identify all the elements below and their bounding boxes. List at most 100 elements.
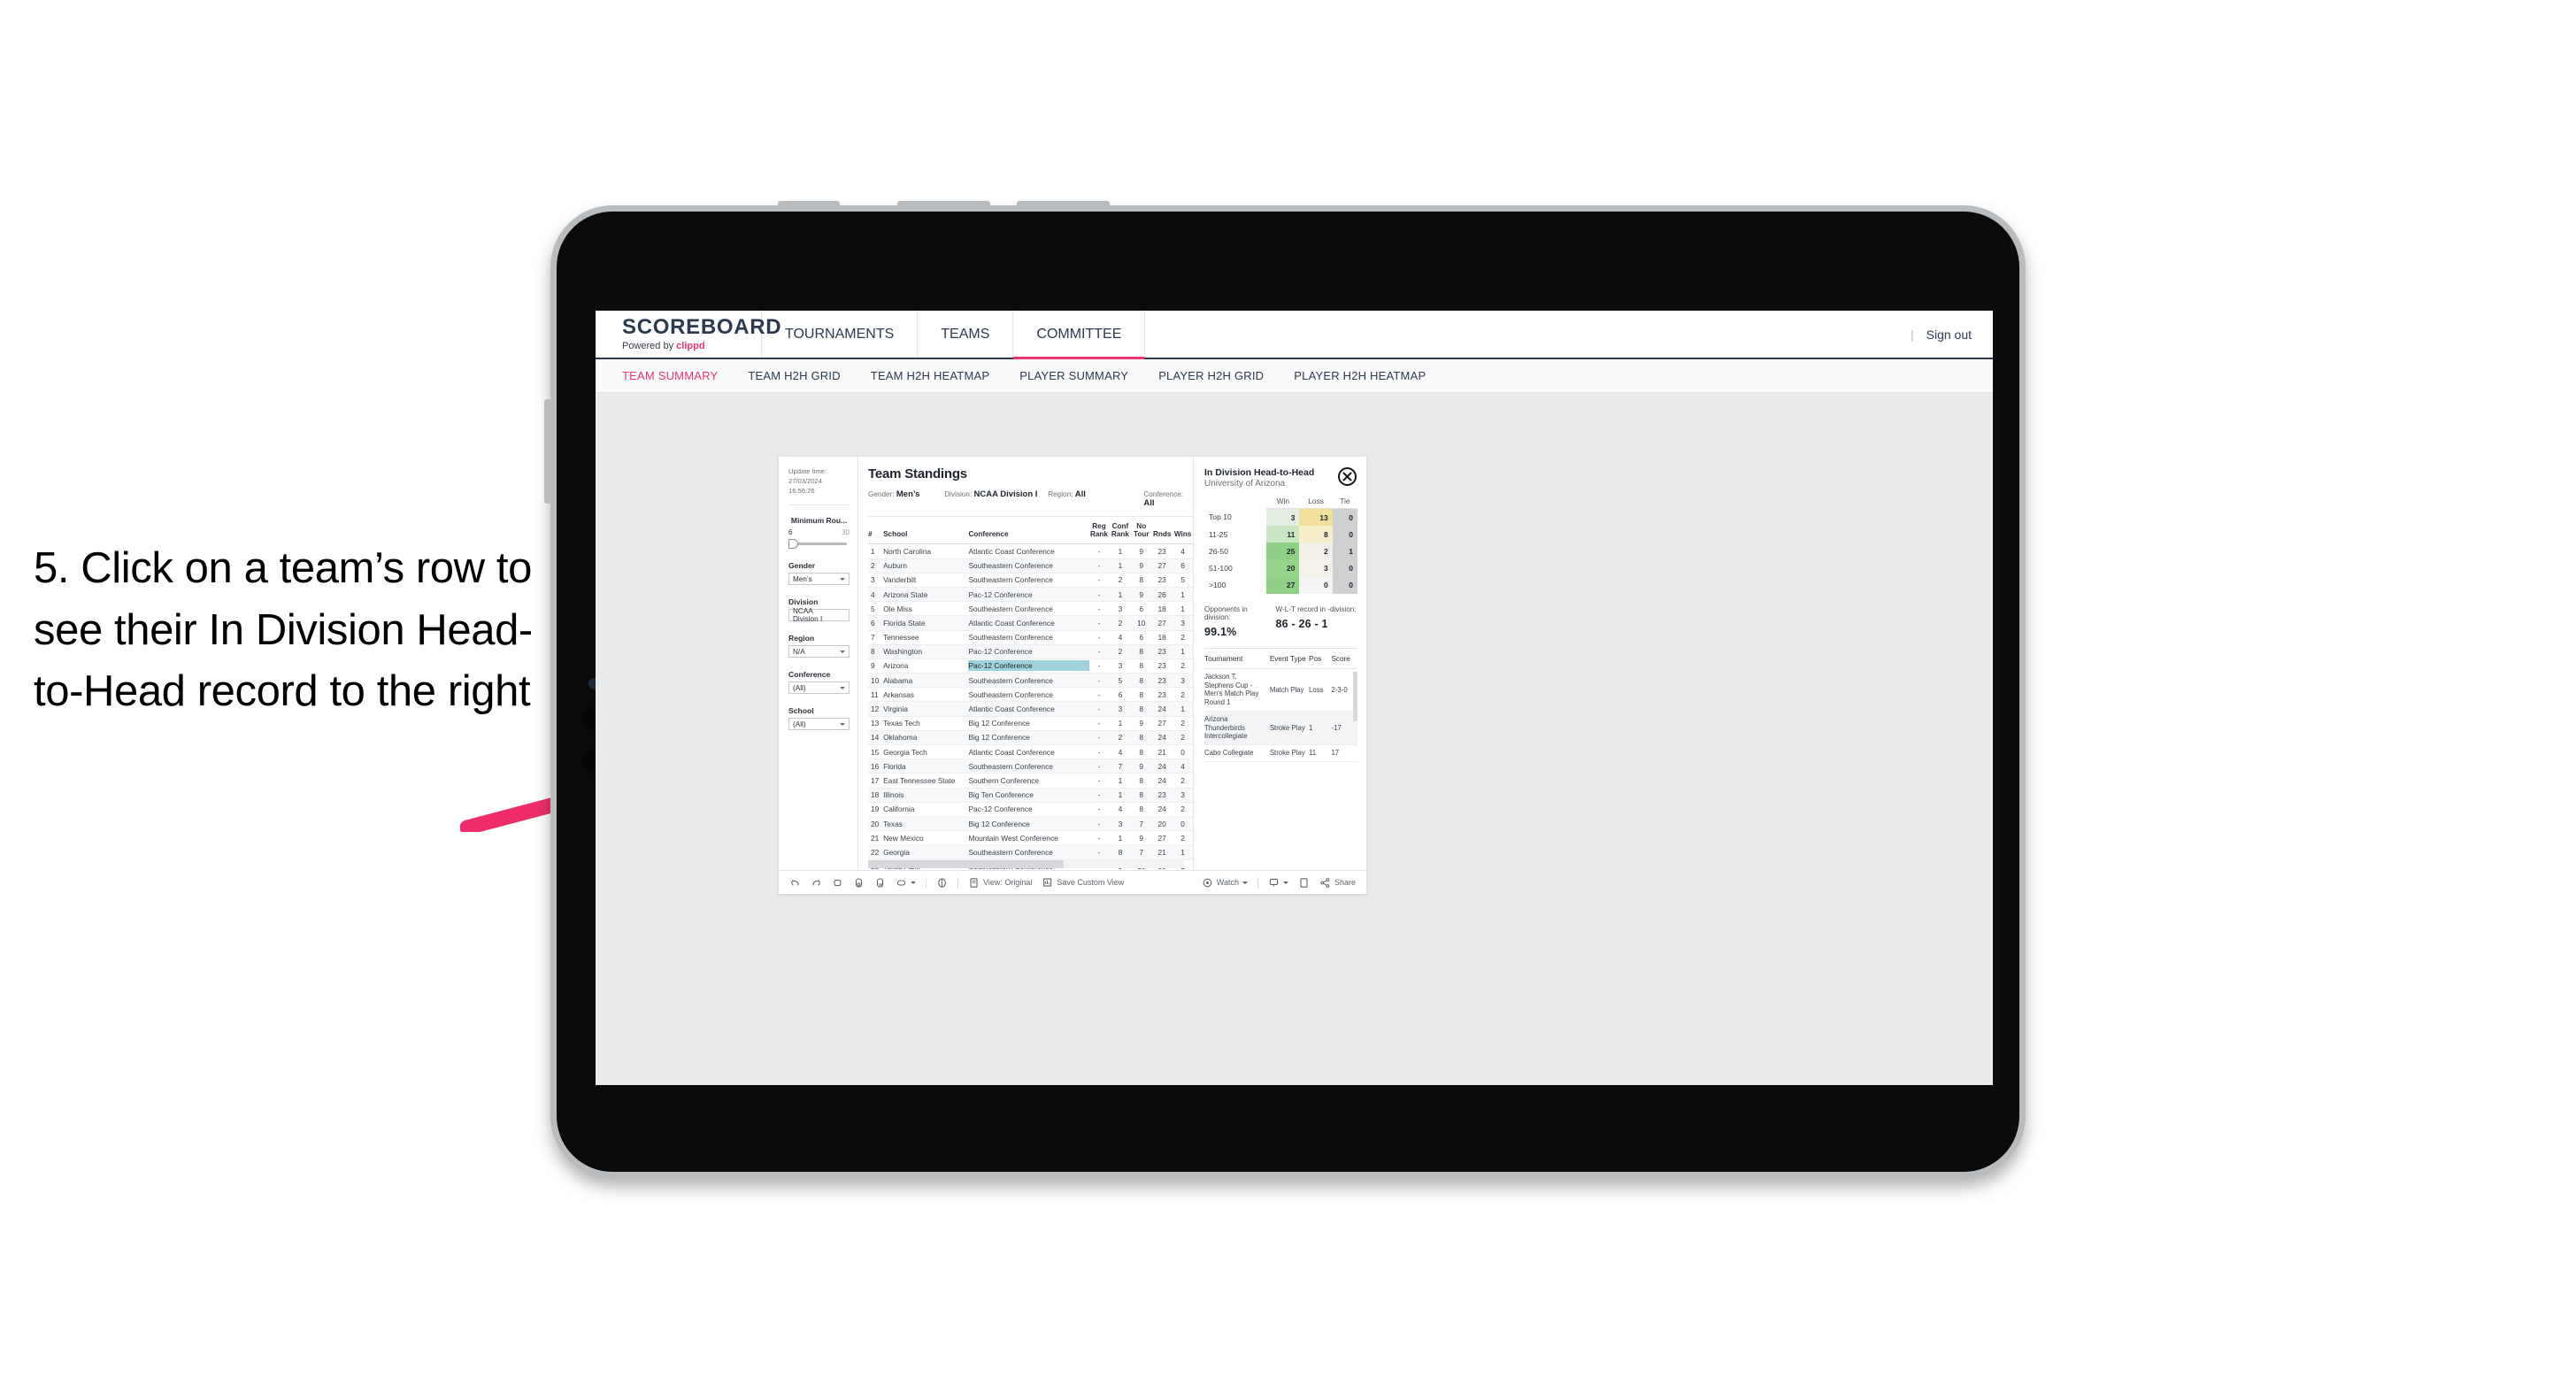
subnav-item-player-summary[interactable]: PLAYER SUMMARY — [1019, 369, 1128, 382]
table-row[interactable]: 17 East Tennessee State Southern Conferenc… — [868, 773, 1193, 789]
col-header-rnds[interactable]: Rnds — [1151, 522, 1173, 545]
brand-subtitle-prefix: Powered by — [622, 341, 677, 351]
cell-school: Florida State — [883, 615, 969, 631]
cell-rank: 1 — [868, 543, 884, 559]
alerts-icon[interactable] — [936, 877, 948, 889]
gender-filter-select[interactable]: Men’s — [788, 573, 850, 585]
close-icon[interactable] — [1338, 467, 1357, 486]
h2h-cell-win: 3 — [1266, 508, 1300, 527]
events-vertical-scrollbar[interactable] — [1353, 671, 1357, 721]
events-col-header-event-type: Event Type — [1269, 648, 1310, 669]
table-row[interactable]: 7 Tennessee Southeastern Conference -4 6 18 2 — [868, 630, 1193, 645]
table-row[interactable]: 20 Texas Big 12 Conference -3 7 20 0 — [868, 816, 1193, 832]
save-custom-view-button[interactable]: Save Custom View — [1042, 877, 1124, 889]
table-row[interactable]: 9 Arizona Pac-12 Conference -3 8 23 2 — [868, 658, 1193, 674]
refresh-data-icon[interactable] — [853, 877, 865, 889]
event-row[interactable]: Cabo Collegiate Stroke Play 11 17 — [1204, 744, 1357, 762]
cell-conf-rank: 7 — [1109, 758, 1132, 774]
cell-conf-rank: 2 — [1109, 615, 1132, 631]
chevron-down-icon — [840, 686, 845, 689]
table-row[interactable]: 8 Washington Pac-12 Conference -2 8 23 1 — [868, 644, 1193, 659]
table-row[interactable]: 22 Georgia Southeastern Conference -8 7 21 1 — [868, 844, 1193, 860]
slider-handle[interactable] — [788, 539, 798, 549]
cell-wins: 3 — [1173, 615, 1193, 631]
device-power-button[interactable] — [778, 201, 840, 208]
view-original-button[interactable]: View: Original — [968, 877, 1032, 889]
table-row[interactable]: 12 Virginia Atlantic Coast Conference -3 8 24… — [868, 701, 1193, 717]
conference-filter: Conference (All) — [788, 670, 850, 694]
col-header-reg-rank[interactable]: Reg Rank — [1088, 522, 1110, 545]
col-header-wins[interactable]: Wins — [1173, 522, 1193, 545]
subnav-item-team-h2h-heatmap[interactable]: TEAM H2H HEATMAP — [871, 369, 989, 382]
revert-icon[interactable] — [832, 877, 843, 889]
device-side-button[interactable] — [544, 399, 551, 504]
topnav-item-tournaments[interactable]: TOURNAMENTS — [762, 311, 919, 358]
table-row[interactable]: 13 Texas Tech Big 12 Conference -1 9 27 2 — [868, 716, 1193, 731]
subnav-item-team-summary[interactable]: TEAM SUMMARY — [622, 369, 718, 382]
topnav-item-teams[interactable]: TEAMS — [918, 311, 1014, 358]
subnav-item-player-h2h-heatmap[interactable]: PLAYER H2H HEATMAP — [1294, 369, 1426, 382]
undo-icon[interactable] — [789, 877, 801, 889]
table-row[interactable]: 2 Auburn Southeastern Conference -1 9 27 6 — [868, 558, 1193, 574]
subnav-item-player-h2h-grid[interactable]: PLAYER H2H GRID — [1158, 369, 1264, 382]
view-shape-button[interactable] — [896, 877, 916, 889]
h2h-events-container[interactable]: Tournament Event Type Pos Score Jackson … — [1204, 647, 1357, 870]
table-row[interactable]: 1 North Carolina Atlantic Coast Conference… — [868, 543, 1193, 559]
event-score: 17 — [1331, 744, 1357, 762]
watch-button[interactable]: Watch — [1202, 877, 1248, 889]
table-row[interactable]: 11 Arkansas Southeastern Conference -6 8 23 2 — [868, 687, 1193, 703]
chevron-down-icon — [1242, 881, 1248, 884]
cell-conf-rank: 1 — [1109, 716, 1132, 731]
topnav-item-committee[interactable]: COMMITTEE — [1013, 311, 1146, 359]
division-filter-select[interactable]: NCAA Division I — [788, 607, 850, 623]
col-header-conf-rank[interactable]: Conf Rank — [1109, 522, 1132, 545]
device-volume-down-button[interactable] — [1017, 201, 1110, 208]
event-row[interactable]: Jackson T. Stephens Cup - Men’s Match Pl… — [1204, 668, 1357, 712]
subnav-item-team-h2h-grid[interactable]: TEAM H2H GRID — [748, 369, 840, 382]
table-row[interactable]: 6 Florida State Atlantic Coast Conference -… — [868, 615, 1193, 631]
table-row[interactable]: 16 Florida Southeastern Conference -7 9 24 4 — [868, 758, 1193, 774]
table-row[interactable]: 18 Illinois Big Ten Conference -1 8 23 3 — [868, 788, 1193, 803]
redo-icon[interactable] — [811, 877, 822, 889]
cell-conf-rank: 1 — [1109, 558, 1132, 574]
standings-table-container[interactable]: # School Conference Reg Rank Conf Rank N… — [868, 517, 1193, 870]
cell-rank: 6 — [868, 615, 884, 631]
region-filter-select[interactable]: N/A — [788, 645, 850, 658]
table-row[interactable]: 5 Ole Miss Southeastern Conference -3 6 18 1 — [868, 601, 1193, 617]
opponents-in-division-value: 99.1% — [1204, 625, 1237, 638]
share-button[interactable]: Share — [1319, 877, 1356, 889]
table-row[interactable]: 19 California Pac-12 Conference -4 8 24 2 — [868, 802, 1193, 817]
h2h-row-label: 51-100 — [1204, 559, 1267, 577]
col-header-conference[interactable]: Conference — [968, 522, 1089, 545]
table-row[interactable]: 14 Oklahoma Big 12 Conference -2 8 24 2 — [868, 730, 1193, 746]
scrollbar-thumb[interactable] — [868, 860, 1064, 868]
comment-button[interactable] — [1268, 877, 1288, 889]
school-filter-select[interactable]: (All) — [788, 718, 850, 730]
brand-logo[interactable]: SCOREBOARD Powered by clippd — [596, 311, 781, 358]
event-row[interactable]: Arizona Thunderbirds Intercollegiate Stro… — [1204, 711, 1357, 746]
sign-out-link[interactable]: Sign out — [1926, 327, 1972, 342]
minimum-rounds-slider[interactable] — [788, 538, 850, 549]
chevron-down-icon — [911, 881, 916, 884]
h2h-cell-loss: 2 — [1299, 543, 1333, 560]
conference-filter-select[interactable]: (All) — [788, 681, 850, 694]
table-row[interactable]: 3 Vanderbilt Southeastern Conference -2 8 23 5 — [868, 573, 1193, 588]
device-volume-up-button[interactable] — [897, 201, 990, 208]
view-original-label: View: Original — [983, 878, 1033, 887]
table-row[interactable]: 10 Alabama Southeastern Conference -5 8 23 3 — [868, 673, 1193, 689]
col-header-rank[interactable]: # — [868, 522, 884, 545]
table-row[interactable]: 4 Arizona State Pac-12 Conference -1 9 26 1 — [868, 587, 1193, 603]
division-filter-value: NCAA Division I — [793, 607, 823, 623]
table-horizontal-scrollbar[interactable] — [868, 860, 1183, 868]
table-row[interactable]: 15 Georgia Tech Atlantic Coast Conference -… — [868, 744, 1193, 760]
col-header-school[interactable]: School — [883, 522, 969, 545]
device-preview-icon[interactable] — [1298, 877, 1310, 889]
cell-school: Georgia Tech — [883, 744, 969, 760]
col-header-no-tour[interactable]: No Tour — [1131, 522, 1152, 545]
cell-conference: Southeastern Conference — [968, 758, 1089, 774]
cell-reg-rank: - — [1088, 802, 1110, 817]
table-row[interactable]: 21 New Mexico Mountain West Conference -1 9 2… — [868, 830, 1193, 846]
pause-updates-icon[interactable] — [874, 877, 886, 889]
minimum-rounds-label: Minimum Rou... — [790, 516, 848, 525]
cell-rank: 14 — [868, 730, 884, 746]
